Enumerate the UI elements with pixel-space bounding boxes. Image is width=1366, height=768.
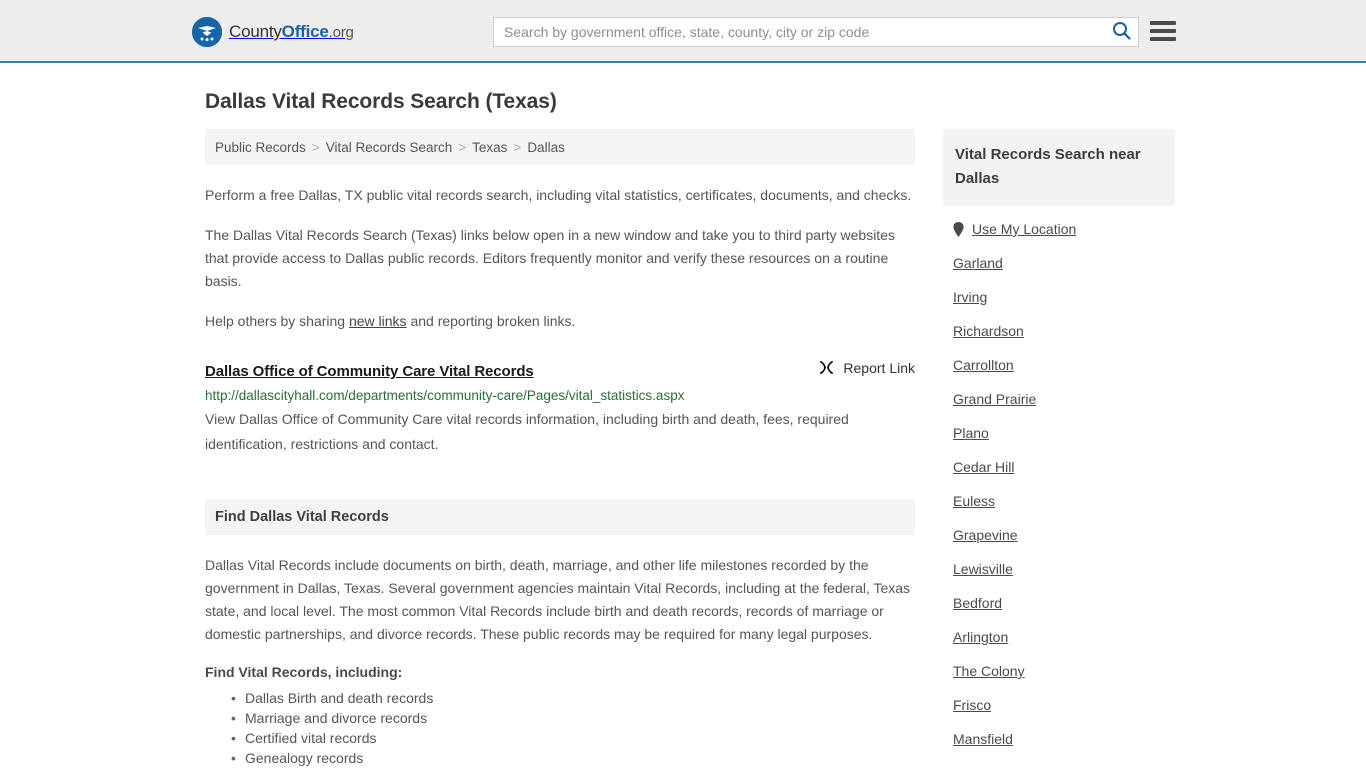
sidebar-item-the-colony[interactable]: The Colony <box>943 654 1175 688</box>
result-item: Dallas Office of Community Care Vital Re… <box>205 359 915 457</box>
result-title-link[interactable]: Dallas Office of Community Care Vital Re… <box>205 363 534 380</box>
sidebar-item-plano[interactable]: Plano <box>943 416 1175 450</box>
help-prefix: Help others by sharing <box>205 313 349 329</box>
site-header: CountyOffice.org <box>0 0 1366 63</box>
sidebar-item-richardson[interactable]: Richardson <box>943 314 1175 348</box>
list-item: Certified vital records <box>231 728 915 748</box>
result-url: http://dallascityhall.com/departments/co… <box>205 388 685 403</box>
sidebar-city-link[interactable]: Mansfield <box>953 731 1013 747</box>
site-logo[interactable]: CountyOffice.org <box>192 17 354 47</box>
logo-text-part1: County <box>229 22 282 41</box>
report-link-label: Report Link <box>843 359 915 376</box>
list-item: Marriage and divorce records <box>231 708 915 728</box>
breadcrumb-item-dallas[interactable]: Dallas <box>527 140 565 155</box>
sidebar-city-link[interactable]: Euless <box>953 493 995 509</box>
logo-text-part3: .org <box>328 24 354 41</box>
sidebar-city-link[interactable]: Irving <box>953 289 987 305</box>
sidebar-heading: Vital Records Search near Dallas <box>943 129 1175 206</box>
breadcrumb-item-texas[interactable]: Texas <box>472 140 507 155</box>
sidebar-item-arlington[interactable]: Arlington <box>943 620 1175 654</box>
breadcrumb-separator: > <box>513 139 522 155</box>
search-bar[interactable] <box>493 17 1139 47</box>
sidebar-city-link[interactable]: Grapevine <box>953 527 1018 543</box>
section-body: Dallas Vital Records include documents o… <box>205 554 915 768</box>
sidebar-city-link[interactable]: Lewisville <box>953 561 1013 577</box>
sidebar-item-mansfield[interactable]: Mansfield <box>943 722 1175 756</box>
sidebar-city-link[interactable]: Grand Prairie <box>953 391 1036 407</box>
main-column: Public Records > Vital Records Search > … <box>205 115 915 768</box>
sidebar-city-link[interactable]: Garland <box>953 255 1003 271</box>
sidebar-item-bedford[interactable]: Bedford <box>943 586 1175 620</box>
sidebar-item-carrollton[interactable]: Carrollton <box>943 348 1175 382</box>
sidebar-city-link[interactable]: Frisco <box>953 697 991 713</box>
list-item: Genealogy records <box>231 748 915 768</box>
help-suffix: and reporting broken links. <box>406 313 576 329</box>
sidebar-item-garland[interactable]: Garland <box>943 246 1175 280</box>
sidebar-item-grapevine[interactable]: Grapevine <box>943 518 1175 552</box>
content-wrapper: Public Records > Vital Records Search > … <box>205 115 1366 768</box>
sidebar-city-link[interactable]: Carrollton <box>953 357 1014 373</box>
sidebar-item-use-my-location[interactable]: Use My Location <box>943 212 1175 246</box>
sidebar-item-frisco[interactable]: Frisco <box>943 688 1175 722</box>
breadcrumb-item-vital-records-search[interactable]: Vital Records Search <box>326 140 453 155</box>
countyoffice-eagle-seal-icon <box>192 17 222 47</box>
list-item: Dallas Birth and death records <box>231 688 915 708</box>
breadcrumb-separator: > <box>311 139 320 155</box>
search-input[interactable] <box>494 18 1104 46</box>
sidebar-city-link[interactable]: Richardson <box>953 323 1024 339</box>
use-my-location-link[interactable]: Use My Location <box>972 221 1076 237</box>
sidebar: Vital Records Search near Dallas Use My … <box>943 115 1175 756</box>
sidebar-item-grand-prairie[interactable]: Grand Prairie <box>943 382 1175 416</box>
help-paragraph: Help others by sharing new links and rep… <box>205 310 915 333</box>
broken-link-icon <box>818 359 835 376</box>
sidebar-item-irving[interactable]: Irving <box>943 280 1175 314</box>
section-heading: Find Dallas Vital Records <box>205 499 915 535</box>
sidebar-item-euless[interactable]: Euless <box>943 484 1175 518</box>
new-links-link[interactable]: new links <box>349 313 407 329</box>
sidebar-city-link[interactable]: Plano <box>953 425 989 441</box>
sidebar-city-link[interactable]: Bedford <box>953 595 1002 611</box>
map-pin-icon <box>953 221 964 237</box>
vital-records-list: Dallas Birth and death records Marriage … <box>205 688 915 768</box>
site-logo-text: CountyOffice.org <box>229 22 354 42</box>
section-sub-heading: Find Vital Records, including: <box>205 664 403 680</box>
hamburger-menu-icon[interactable] <box>1150 19 1176 43</box>
page-title: Dallas Vital Records Search (Texas) <box>205 90 557 113</box>
sidebar-city-link[interactable]: Cedar Hill <box>953 459 1014 475</box>
search-button[interactable] <box>1104 18 1138 46</box>
sidebar-city-link[interactable]: Arlington <box>953 629 1008 645</box>
section-body-paragraph: Dallas Vital Records include documents o… <box>205 557 911 642</box>
search-icon <box>1112 21 1131 43</box>
intro-paragraph: Perform a free Dallas, TX public vital r… <box>205 187 912 203</box>
breadcrumb-item-public-records[interactable]: Public Records <box>215 140 306 155</box>
description-paragraph: The Dallas Vital Records Search (Texas) … <box>205 227 895 289</box>
result-description: View Dallas Office of Community Care vit… <box>205 411 849 452</box>
sidebar-city-link[interactable]: The Colony <box>953 663 1025 679</box>
menu-bar-3 <box>1150 37 1176 41</box>
result-header: Dallas Office of Community Care Vital Re… <box>205 359 915 381</box>
menu-bar-2 <box>1150 29 1176 33</box>
report-link-button[interactable]: Report Link <box>818 359 915 376</box>
logo-text-part2: Office <box>281 22 329 41</box>
page-container: Dallas Vital Records Search (Texas) Publ… <box>0 63 1366 768</box>
sidebar-item-lewisville[interactable]: Lewisville <box>943 552 1175 586</box>
breadcrumb-separator: > <box>458 139 467 155</box>
sidebar-links: Use My Location Garland Irving Richardso… <box>943 206 1175 756</box>
sidebar-item-cedar-hill[interactable]: Cedar Hill <box>943 450 1175 484</box>
menu-bar-1 <box>1150 21 1176 25</box>
breadcrumb: Public Records > Vital Records Search > … <box>205 129 915 165</box>
